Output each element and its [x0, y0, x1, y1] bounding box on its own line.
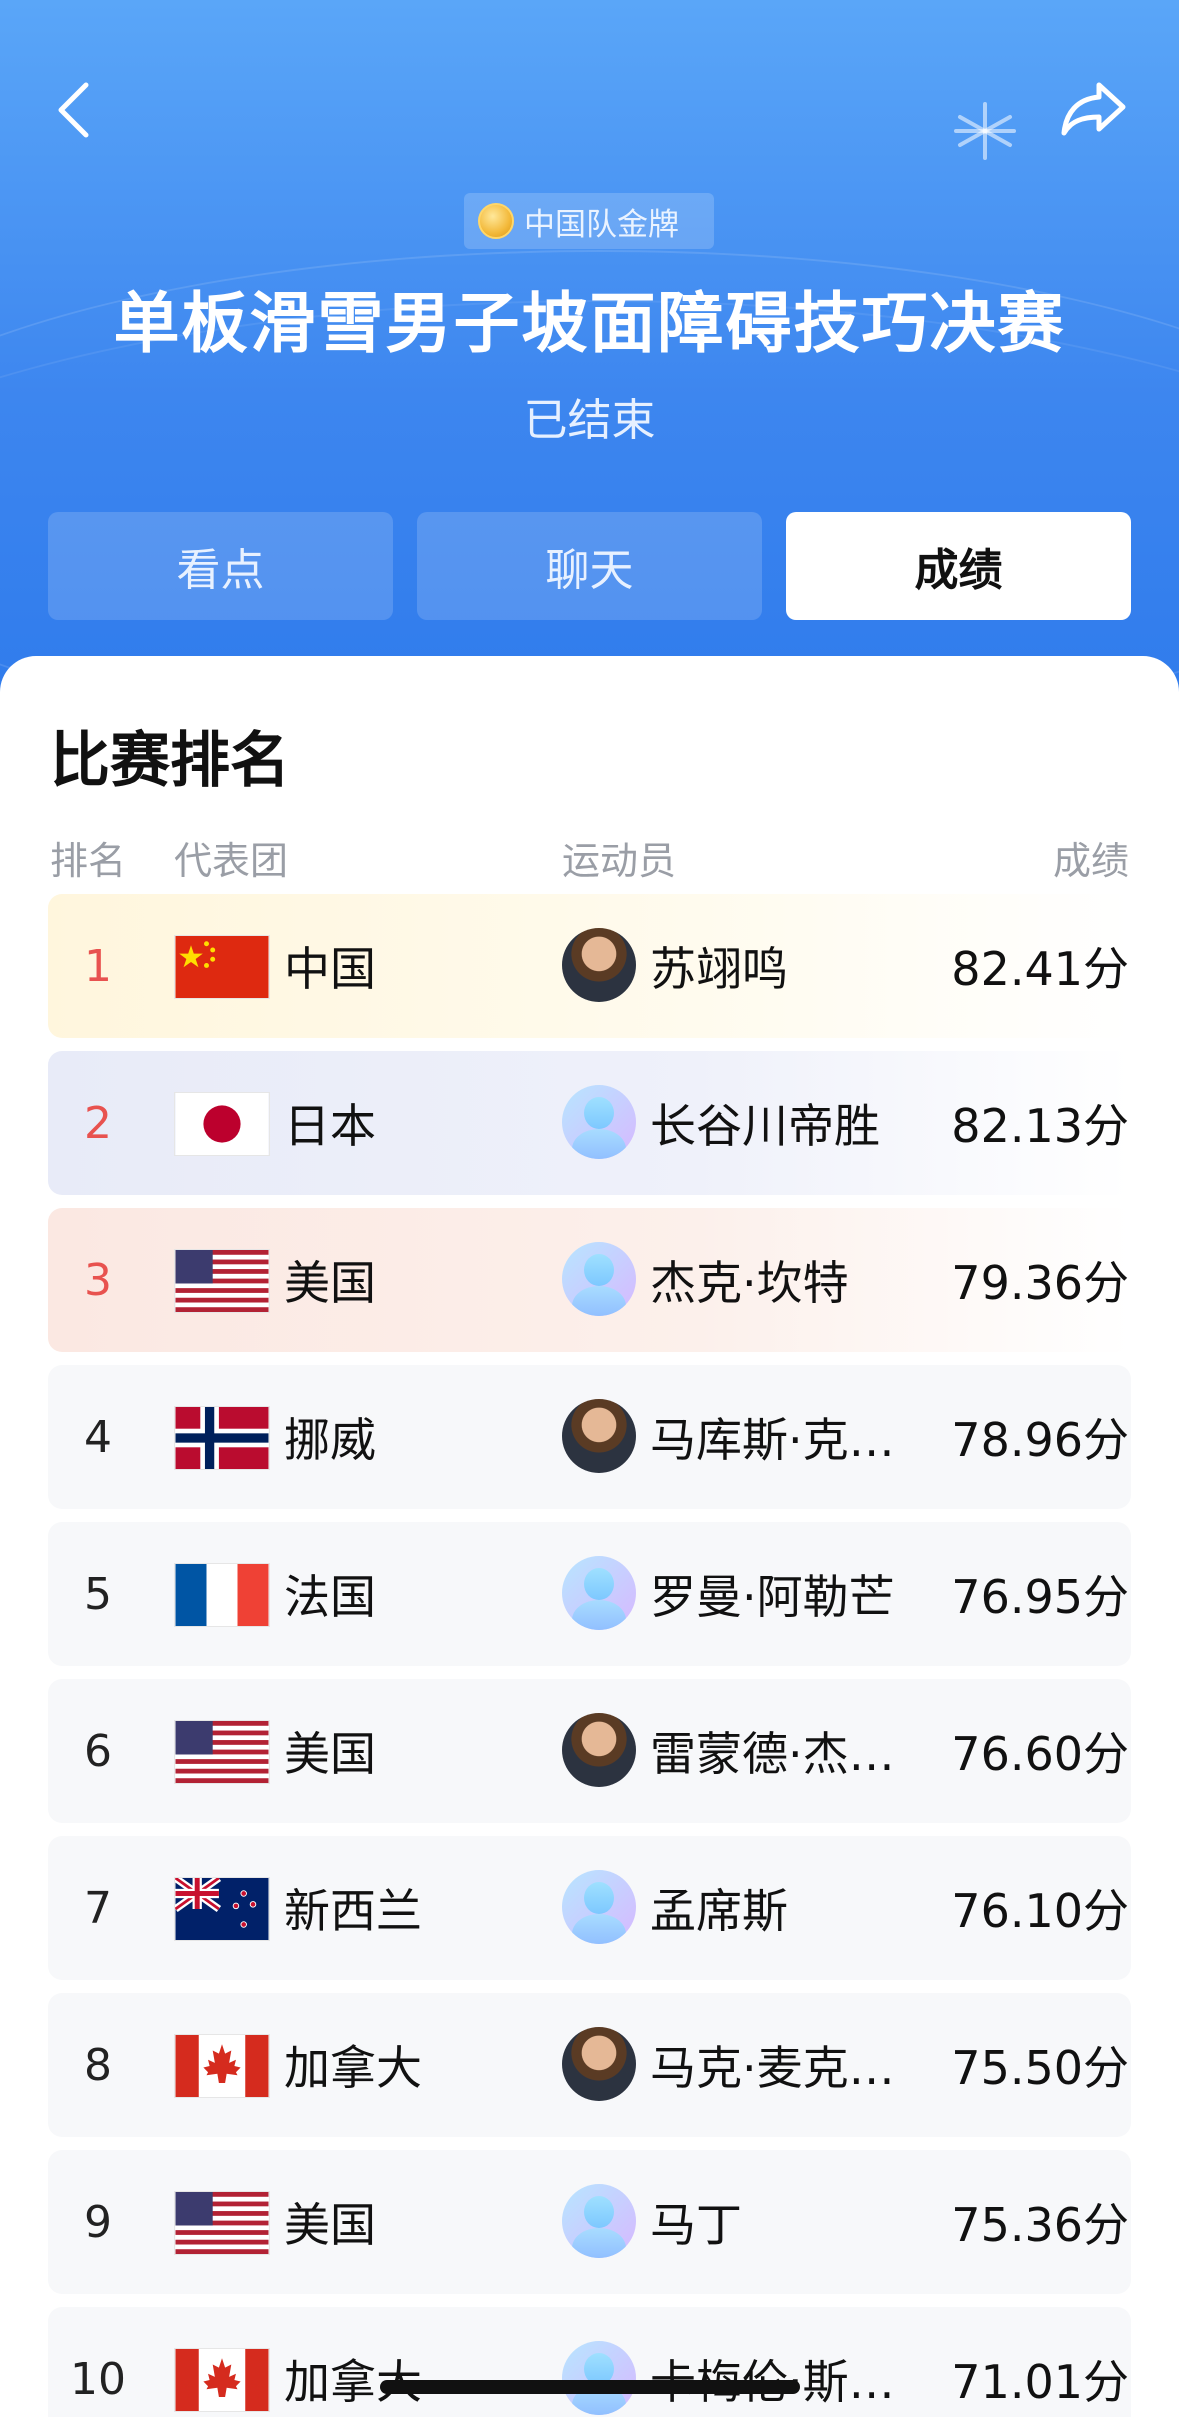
table-row[interactable]: 9 美国 马丁 75.36分: [48, 2150, 1131, 2294]
rank-number: 9: [84, 2196, 112, 2248]
athlete-avatar: [562, 2027, 636, 2101]
column-header-rank: 排名: [50, 839, 127, 883]
rank-number: 8: [84, 2039, 112, 2091]
athlete-name: 孟席斯: [650, 1884, 788, 1938]
athlete-name: 马丁: [650, 2198, 742, 2252]
country-name: 美国: [284, 2198, 376, 2252]
table-row[interactable]: 3 美国 杰克·坎特 79.36分: [48, 1208, 1131, 1352]
rank-number: 1: [84, 940, 112, 992]
athlete-name: 卡梅伦·斯…: [650, 2307, 960, 2417]
fr-flag-icon: [174, 1563, 270, 1627]
avatar-placeholder-icon: [562, 1085, 636, 1159]
avatar-placeholder-icon: [562, 2341, 636, 2415]
country-name: 日本: [284, 1099, 376, 1153]
ca-flag-icon: [174, 2348, 270, 2412]
event-title: 单板滑雪男子坡面障碍技巧决赛: [113, 285, 1066, 362]
avatar-placeholder-icon: [562, 2184, 636, 2258]
rank-number: 4: [84, 1411, 112, 1463]
table-row[interactable]: 10 加拿大 卡梅伦·斯… 71.01分: [48, 2307, 1131, 2417]
country-name: 新西兰: [284, 1884, 422, 1938]
tab-highlights[interactable]: 看点: [48, 512, 393, 620]
nz-flag-icon: [174, 1877, 270, 1941]
us-flag-icon: [174, 2191, 270, 2255]
score-value: 78.96分: [951, 1413, 1129, 1467]
athlete-name: 长谷川帝胜: [650, 1099, 880, 1153]
score-value: 75.36分: [951, 2198, 1129, 2252]
country-name: 挪威: [284, 1413, 376, 1467]
tab-results[interactable]: 成绩: [786, 512, 1131, 620]
avatar-placeholder-icon: [562, 1556, 636, 1630]
table-row[interactable]: 2 日本 长谷川帝胜 82.13分: [48, 1051, 1131, 1195]
section-title: 比赛排名: [50, 726, 290, 796]
country-name: 法国: [284, 1570, 376, 1624]
chevron-left-icon: [58, 82, 89, 138]
us-flag-icon: [174, 1249, 270, 1313]
athlete-name: 罗曼·阿勒芒: [650, 1570, 895, 1624]
table-row[interactable]: 8 加拿大 马克·麦克… 75.50分: [48, 1993, 1131, 2137]
athlete-avatar: [562, 1399, 636, 1473]
table-row[interactable]: 7 新西兰 孟席斯 76.10分: [48, 1836, 1131, 1980]
table-row[interactable]: 4 挪威 马库斯·克… 78.96分: [48, 1365, 1131, 1509]
home-indicator[interactable]: [380, 2380, 800, 2394]
share-button[interactable]: [1056, 76, 1132, 140]
snowflake-icon: [954, 102, 1016, 160]
tab-bar: 看点 聊天 成绩: [48, 512, 1131, 620]
badge-label: 中国队金牌: [524, 206, 679, 243]
us-flag-icon: [174, 1720, 270, 1784]
score-value: 79.36分: [951, 1256, 1129, 1310]
gold-medal-icon: [478, 203, 514, 239]
athlete-avatar: [562, 1713, 636, 1787]
country-name: 美国: [284, 1727, 376, 1781]
athlete-name: 苏翊鸣: [650, 942, 788, 996]
country-name: 加拿大: [284, 2041, 422, 2095]
table-row[interactable]: 6 美国 雷蒙德·杰… 76.60分: [48, 1679, 1131, 1823]
column-header-score: 成绩: [1052, 839, 1129, 883]
tab-chat[interactable]: 聊天: [417, 512, 762, 620]
rank-number: 7: [84, 1882, 112, 1934]
score-value: 75.50分: [951, 2041, 1129, 2095]
athlete-avatar: [562, 928, 636, 1002]
score-value: 82.13分: [951, 1099, 1129, 1153]
score-value: 71.01分: [951, 2355, 1129, 2409]
rank-number: 10: [70, 2353, 126, 2405]
avatar-placeholder-icon: [562, 1870, 636, 1944]
cn-flag-icon: [174, 935, 270, 999]
rank-number: 5: [84, 1568, 112, 1620]
athlete-name: 马克·麦克…: [650, 2041, 895, 2095]
column-header-athlete: 运动员: [562, 839, 677, 883]
athlete-name: 马库斯·克…: [650, 1413, 895, 1467]
share-arrow-icon: [1061, 82, 1126, 136]
athlete-name: 杰克·坎特: [650, 1256, 849, 1310]
athlete-name: 雷蒙德·杰…: [650, 1727, 895, 1781]
rank-number: 6: [84, 1725, 112, 1777]
avatar-placeholder-icon: [562, 1242, 636, 1316]
gold-medal-badge: 中国队金牌: [464, 193, 714, 249]
back-button[interactable]: [48, 80, 98, 140]
ca-flag-icon: [174, 2034, 270, 2098]
score-value: 76.10分: [951, 1884, 1129, 1938]
no-flag-icon: [174, 1406, 270, 1470]
table-row[interactable]: 5 法国 罗曼·阿勒芒 76.95分: [48, 1522, 1131, 1666]
event-status: 已结束: [523, 395, 656, 446]
jp-flag-icon: [174, 1092, 270, 1156]
score-value: 76.95分: [951, 1570, 1129, 1624]
score-value: 82.41分: [951, 942, 1129, 996]
rank-number: 2: [84, 1097, 112, 1149]
column-header-team: 代表团: [174, 839, 289, 883]
table-row[interactable]: 1 中国 苏翊鸣 82.41分: [48, 894, 1131, 1038]
rank-number: 3: [84, 1254, 112, 1306]
country-name: 中国: [284, 942, 376, 996]
country-name: 美国: [284, 1256, 376, 1310]
score-value: 76.60分: [951, 1727, 1129, 1781]
country-name: 加拿大: [284, 2355, 422, 2409]
